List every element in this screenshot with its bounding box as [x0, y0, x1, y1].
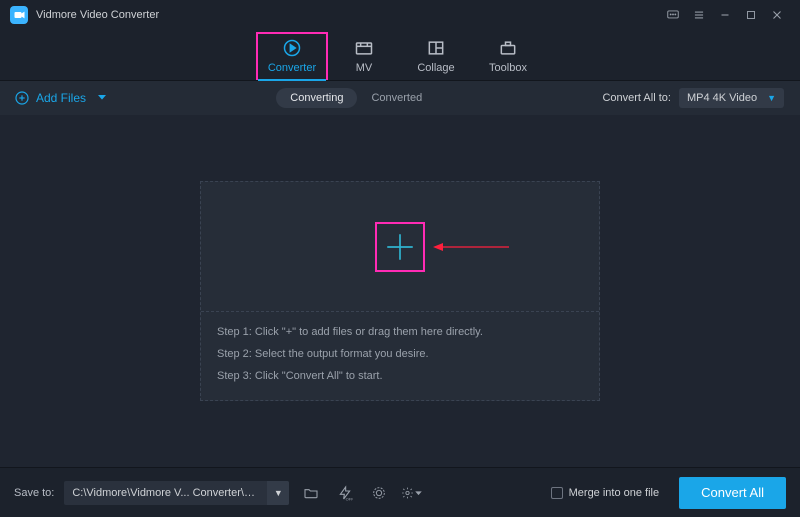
title-bar: Vidmore Video Converter	[0, 0, 800, 30]
tab-converter[interactable]: Converter	[256, 32, 328, 80]
tab-label: Converter	[268, 62, 316, 74]
minimize-button[interactable]	[712, 2, 738, 28]
chevron-down-icon: ▼	[767, 93, 776, 103]
step-text: Step 3: Click "Convert All" to start.	[217, 370, 583, 382]
high-speed-button[interactable]	[367, 481, 391, 505]
convert-all-to-label: Convert All to:	[602, 92, 670, 104]
save-to-label: Save to:	[14, 487, 54, 499]
merge-checkbox[interactable]: Merge into one file	[551, 487, 660, 499]
close-button[interactable]	[764, 2, 790, 28]
output-format-select[interactable]: MP4 4K Video ▼	[679, 88, 784, 108]
convert-all-button[interactable]: Convert All	[679, 477, 786, 509]
output-path-dropdown[interactable]: ▼	[267, 481, 289, 505]
step-text: Step 2: Select the output format you des…	[217, 348, 583, 360]
main-area: Step 1: Click "+" to add files or drag t…	[0, 115, 800, 467]
output-path-value: C:\Vidmore\Vidmore V... Converter\Conver…	[64, 487, 267, 499]
status-tabs: Converting Converted	[276, 88, 436, 108]
tab-collage[interactable]: Collage	[400, 34, 472, 80]
subtab-converting[interactable]: Converting	[276, 88, 357, 108]
drop-zone-steps: Step 1: Click "+" to add files or drag t…	[201, 312, 599, 400]
checkbox-box	[551, 487, 563, 499]
main-nav: Converter MV Collage Toolbox	[0, 30, 800, 81]
add-files-button[interactable]: Add Files	[14, 89, 110, 108]
maximize-button[interactable]	[738, 2, 764, 28]
add-files-plus-button[interactable]	[375, 222, 425, 272]
output-path-box: C:\Vidmore\Vidmore V... Converter\Conver…	[64, 481, 289, 505]
app-logo-icon	[10, 6, 28, 24]
tab-toolbox[interactable]: Toolbox	[472, 34, 544, 80]
chevron-down-icon	[94, 89, 110, 108]
merge-label: Merge into one file	[569, 487, 660, 499]
drop-zone[interactable]: Step 1: Click "+" to add files or drag t…	[200, 181, 600, 401]
hardware-accel-button[interactable]: OFF	[333, 481, 357, 505]
step-text: Step 1: Click "+" to add files or drag t…	[217, 326, 583, 338]
settings-button[interactable]	[401, 481, 425, 505]
drop-zone-upper	[201, 182, 599, 312]
feedback-icon[interactable]	[660, 2, 686, 28]
tab-label: MV	[356, 62, 373, 74]
annotation-arrow-icon	[433, 241, 509, 253]
bottom-bar: Save to: C:\Vidmore\Vidmore V... Convert…	[0, 467, 800, 517]
tab-label: Collage	[417, 62, 454, 74]
subtab-converted[interactable]: Converted	[357, 88, 436, 108]
add-files-label: Add Files	[36, 91, 86, 105]
sub-bar: Add Files Converting Converted Convert A…	[0, 81, 800, 115]
convert-all-label: Convert All	[701, 485, 764, 500]
output-format-value: MP4 4K Video	[687, 92, 757, 104]
open-folder-button[interactable]	[299, 481, 323, 505]
svg-text:OFF: OFF	[346, 496, 353, 501]
tab-label: Toolbox	[489, 62, 527, 74]
convert-all-to: Convert All to: MP4 4K Video ▼	[602, 88, 784, 108]
menu-icon[interactable]	[686, 2, 712, 28]
app-title: Vidmore Video Converter	[36, 9, 159, 21]
tab-mv[interactable]: MV	[328, 34, 400, 80]
